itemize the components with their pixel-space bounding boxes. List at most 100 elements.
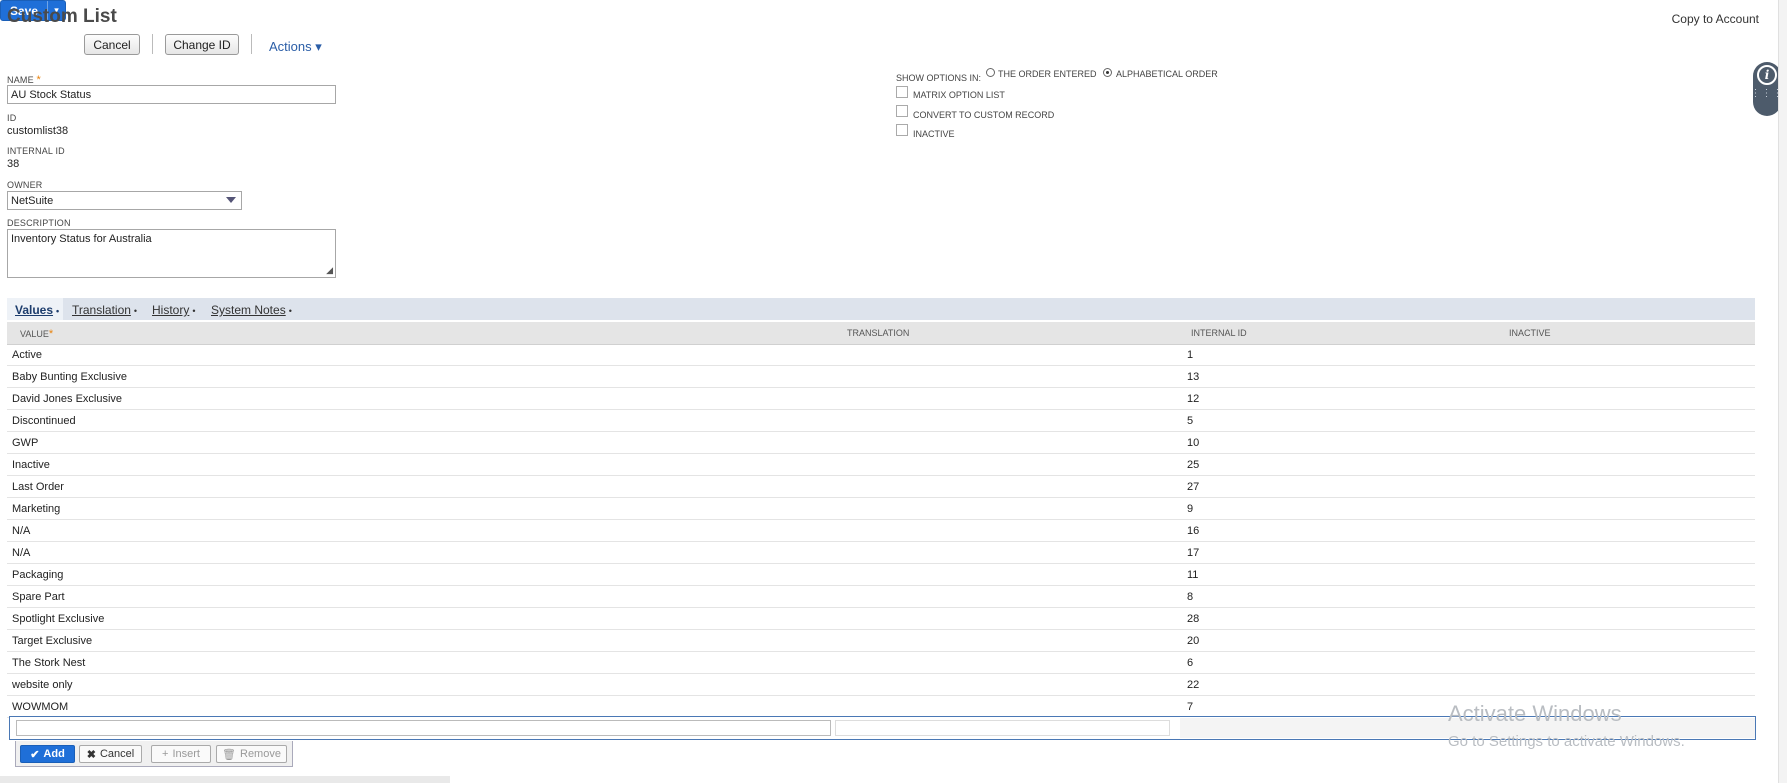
row-internal-id-cell: 1 bbox=[1187, 349, 1194, 361]
row-value-cell[interactable]: Spare Part bbox=[12, 591, 65, 603]
subtab-bar: Values • Translation • History • System Not… bbox=[7, 298, 1755, 320]
cancel-row-label: Cancel bbox=[99, 748, 135, 760]
row-value-cell[interactable]: Spotlight Exclusive bbox=[12, 613, 104, 625]
row-internal-id-cell: 6 bbox=[1187, 657, 1194, 669]
row-value-cell[interactable]: Inactive bbox=[12, 459, 50, 471]
row-value-cell[interactable]: GWP bbox=[12, 437, 38, 449]
chevron-down-icon bbox=[226, 197, 236, 203]
row-value-cell[interactable]: WOWMOM bbox=[12, 701, 68, 713]
internal-id-label: INTERNAL ID bbox=[7, 146, 65, 156]
inactive-label: INACTIVE bbox=[913, 129, 955, 139]
row-internal-id-cell: 17 bbox=[1187, 547, 1200, 559]
table-row[interactable]: Discontinued 5 bbox=[7, 410, 1755, 432]
tab-system-notes-label: System Notes bbox=[211, 303, 286, 317]
table-row[interactable]: GWP 10 bbox=[7, 432, 1755, 454]
row-value-cell[interactable]: The Stork Nest bbox=[12, 657, 85, 669]
row-value-cell[interactable]: Active bbox=[12, 349, 42, 361]
header-value-text: VALUE bbox=[20, 329, 49, 339]
owner-select[interactable]: NetSuite bbox=[7, 191, 242, 210]
row-value-cell[interactable]: N/A bbox=[12, 525, 30, 537]
description-textarea[interactable]: Inventory Status for Australia ◢ bbox=[7, 229, 336, 278]
tab-translation[interactable]: Translation • bbox=[72, 303, 137, 317]
table-row[interactable]: Spotlight Exclusive 28 bbox=[7, 608, 1755, 630]
row-value-cell[interactable]: Last Order bbox=[12, 481, 64, 493]
row-internal-id-cell: 12 bbox=[1187, 393, 1200, 405]
row-value-cell[interactable]: N/A bbox=[12, 547, 30, 559]
resize-handle-icon[interactable]: ◢ bbox=[326, 265, 333, 276]
table-row[interactable]: The Stork Nest 6 bbox=[7, 652, 1755, 674]
row-internal-id-cell: 27 bbox=[1187, 481, 1200, 493]
row-internal-id-cell: 11 bbox=[1187, 569, 1199, 581]
owner-label: OWNER bbox=[7, 180, 43, 190]
page-scrollbar[interactable] bbox=[1778, 0, 1787, 783]
header-translation[interactable]: TRANSLATION bbox=[847, 328, 909, 338]
table-row[interactable]: Packaging 11 bbox=[7, 564, 1755, 586]
side-help-widget[interactable]: i ⋮⋮⋮ bbox=[1751, 62, 1783, 116]
insert-row-button[interactable]: + Insert bbox=[151, 745, 211, 763]
remove-row-label: Remove bbox=[240, 748, 281, 760]
tab-dot-icon: • bbox=[288, 306, 292, 316]
row-internal-id-cell: 9 bbox=[1187, 503, 1194, 515]
cancel-row-button[interactable]: ✖ Cancel bbox=[79, 745, 142, 763]
name-input[interactable]: AU Stock Status bbox=[7, 85, 336, 104]
table-row[interactable]: N/A 16 bbox=[7, 520, 1755, 542]
table-row[interactable]: website only 22 bbox=[7, 674, 1755, 696]
status-bar bbox=[0, 776, 450, 783]
new-value-input[interactable] bbox=[16, 720, 831, 736]
table-row[interactable]: N/A 17 bbox=[7, 542, 1755, 564]
row-internal-id-cell: 20 bbox=[1187, 635, 1200, 647]
table-row[interactable]: Baby Bunting Exclusive 13 bbox=[7, 366, 1755, 388]
tab-history[interactable]: History • bbox=[152, 303, 196, 317]
row-value-cell[interactable]: Discontinued bbox=[12, 415, 76, 427]
row-value-cell[interactable]: Packaging bbox=[12, 569, 63, 581]
alphabetical-order-label: ALPHABETICAL ORDER bbox=[1116, 69, 1218, 79]
show-options-label: SHOW OPTIONS IN: bbox=[896, 73, 982, 83]
copy-to-account-link[interactable]: Copy to Account bbox=[1672, 12, 1759, 26]
table-row[interactable]: Inactive 25 bbox=[7, 454, 1755, 476]
new-translation-input[interactable] bbox=[835, 720, 1170, 736]
row-internal-id-cell: 25 bbox=[1187, 459, 1200, 471]
owner-select-value: NetSuite bbox=[11, 195, 54, 207]
row-value-cell[interactable]: website only bbox=[12, 679, 73, 691]
table-header: VALUE* TRANSLATION INTERNAL ID INACTIVE bbox=[7, 322, 1755, 345]
row-internal-id-cell: 28 bbox=[1187, 613, 1200, 625]
add-row-button[interactable]: ✔ Add bbox=[20, 745, 75, 763]
info-icon[interactable]: i bbox=[1757, 65, 1777, 85]
tab-system-notes[interactable]: System Notes • bbox=[211, 303, 292, 317]
row-value-cell[interactable]: David Jones Exclusive bbox=[12, 393, 122, 405]
actions-menu[interactable]: Actions ▾ bbox=[269, 39, 322, 55]
row-internal-id-cell: 5 bbox=[1187, 415, 1194, 427]
order-entered-label: THE ORDER ENTERED bbox=[998, 69, 1097, 79]
table-row[interactable]: Target Exclusive 20 bbox=[7, 630, 1755, 652]
row-internal-id-cell: 22 bbox=[1187, 679, 1200, 691]
table-row[interactable]: Spare Part 8 bbox=[7, 586, 1755, 608]
cancel-button[interactable]: Cancel bbox=[84, 34, 140, 55]
radio-alphabetical-order[interactable] bbox=[1103, 68, 1112, 77]
header-internal-id[interactable]: INTERNAL ID bbox=[1191, 328, 1247, 338]
remove-row-button[interactable]: 🗑 Remove bbox=[216, 745, 287, 763]
activate-windows-subtext: Go to Settings to activate Windows. bbox=[1448, 733, 1685, 750]
tab-history-label: History bbox=[152, 303, 190, 317]
table-row[interactable]: Active 1 bbox=[7, 344, 1755, 366]
change-id-button[interactable]: Change ID bbox=[165, 34, 239, 55]
header-inactive[interactable]: INACTIVE bbox=[1509, 328, 1551, 338]
row-value-cell[interactable]: Marketing bbox=[12, 503, 60, 515]
row-internal-id-cell: 8 bbox=[1187, 591, 1194, 603]
description-text: Inventory Status for Australia bbox=[11, 233, 152, 245]
table-row[interactable]: Marketing 9 bbox=[7, 498, 1755, 520]
checkmark-icon: ✔ bbox=[30, 748, 40, 761]
table-row[interactable]: Last Order 27 bbox=[7, 476, 1755, 498]
inactive-checkbox[interactable] bbox=[896, 124, 908, 136]
table-row[interactable]: David Jones Exclusive 12 bbox=[7, 388, 1755, 410]
trash-icon: 🗑 bbox=[222, 748, 236, 761]
row-value-cell[interactable]: Baby Bunting Exclusive bbox=[12, 371, 127, 383]
close-icon: ✖ bbox=[86, 748, 96, 761]
matrix-option-list-checkbox[interactable] bbox=[896, 86, 908, 98]
tab-values[interactable]: Values • bbox=[15, 303, 59, 317]
radio-order-entered[interactable] bbox=[986, 68, 995, 77]
id-label: ID bbox=[7, 113, 17, 123]
convert-to-custom-record-checkbox[interactable] bbox=[896, 105, 908, 117]
row-actions-bar: ✔ Add ✖ Cancel + Insert 🗑 Remove bbox=[15, 741, 293, 767]
row-value-cell[interactable]: Target Exclusive bbox=[12, 635, 92, 647]
header-value[interactable]: VALUE* bbox=[20, 328, 53, 340]
